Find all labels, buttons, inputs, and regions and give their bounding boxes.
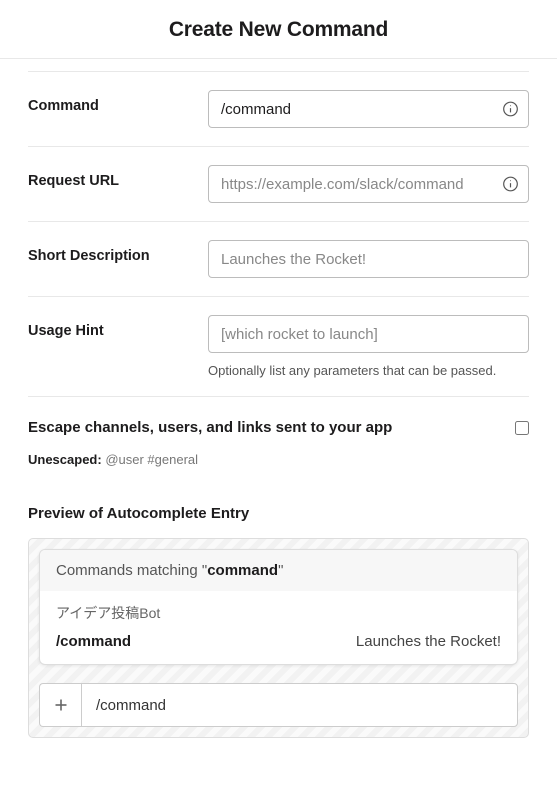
usage-hint-help: Optionally list any parameters that can …	[208, 363, 529, 378]
command-row: /command Launches the Rocket!	[56, 633, 501, 650]
matching-suffix: "	[278, 562, 283, 579]
plus-icon	[53, 697, 69, 713]
info-icon[interactable]	[502, 101, 519, 118]
page-title: Create New Command	[0, 18, 557, 42]
label-usage-hint: Usage Hint	[28, 315, 208, 339]
preview-box: Commands matching "command" アイデア投稿Bot /c…	[28, 538, 529, 738]
field-short-desc	[208, 240, 529, 278]
command-input[interactable]	[208, 90, 529, 128]
row-short-desc: Short Description	[28, 222, 529, 297]
info-icon[interactable]	[502, 176, 519, 193]
field-usage-hint: Optionally list any parameters that can …	[208, 315, 529, 378]
usage-hint-input[interactable]	[208, 315, 529, 353]
request-url-input[interactable]	[208, 165, 529, 203]
preview-description: Launches the Rocket!	[356, 633, 501, 650]
modal-header: Create New Command	[0, 0, 557, 59]
escape-checkbox[interactable]	[515, 421, 529, 435]
preview-title: Preview of Autocomplete Entry	[28, 505, 529, 522]
bot-name: アイデア投稿Bot	[56, 603, 501, 623]
escape-sub-label: Unescaped:	[28, 452, 102, 467]
label-command: Command	[28, 90, 208, 114]
preview-input-row	[39, 683, 518, 727]
field-command	[208, 90, 529, 128]
field-request-url	[208, 165, 529, 203]
label-short-desc: Short Description	[28, 240, 208, 264]
preview-command-input[interactable]	[81, 683, 518, 727]
add-button[interactable]	[39, 683, 81, 727]
preview-command: /command	[56, 633, 131, 650]
autocomplete-popover: Commands matching "command" アイデア投稿Bot /c…	[39, 549, 518, 665]
form-content: Command Request URL Short Description	[0, 59, 557, 758]
row-request-url: Request URL	[28, 147, 529, 222]
escape-sub-value: @user #general	[105, 452, 198, 467]
matching-prefix: Commands matching "	[56, 562, 207, 579]
escape-subtitle: Unescaped: @user #general	[28, 452, 529, 467]
label-request-url: Request URL	[28, 165, 208, 189]
short-desc-input[interactable]	[208, 240, 529, 278]
popover-body: アイデア投稿Bot /command Launches the Rocket!	[40, 591, 517, 664]
popover-header: Commands matching "command"	[40, 550, 517, 591]
row-escape: Escape channels, users, and links sent t…	[28, 396, 529, 481]
matching-term: command	[207, 562, 278, 579]
row-command: Command	[28, 71, 529, 147]
escape-title: Escape channels, users, and links sent t…	[28, 419, 392, 436]
row-usage-hint: Usage Hint Optionally list any parameter…	[28, 297, 529, 396]
